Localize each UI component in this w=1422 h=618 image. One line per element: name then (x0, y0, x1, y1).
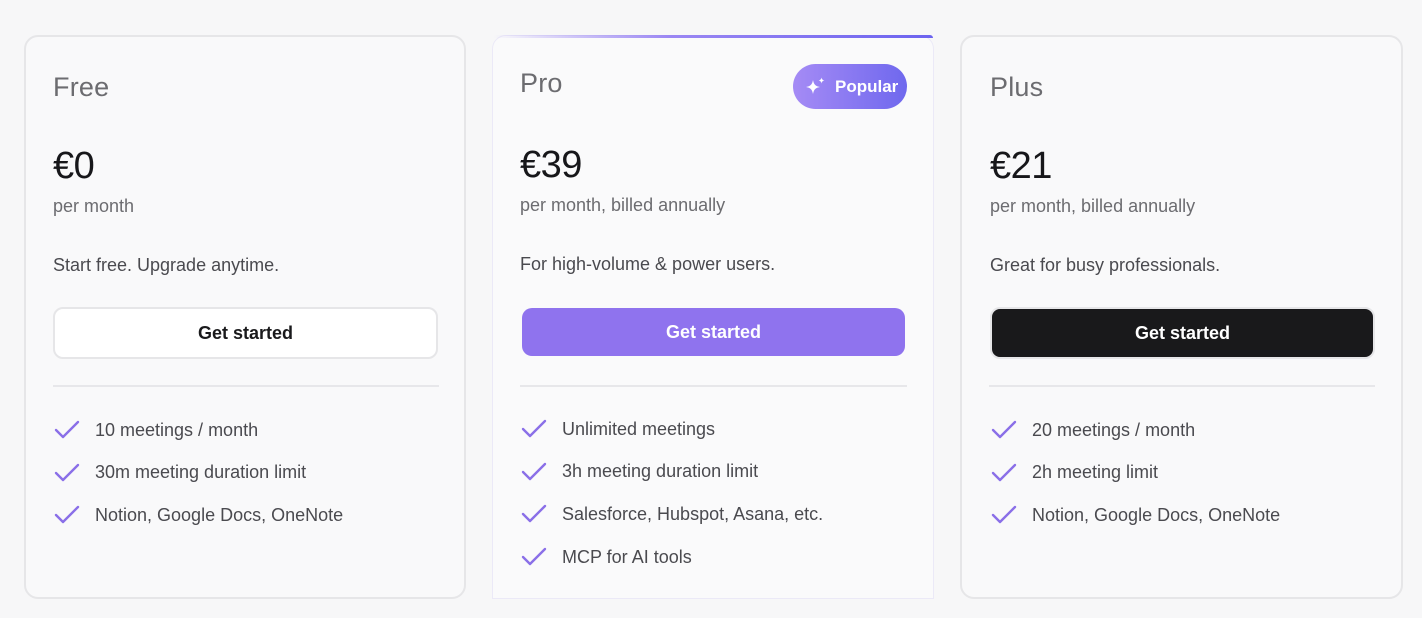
plan-period: per month (53, 196, 135, 216)
check-icon (521, 462, 547, 481)
feature-list: 20 meetings / month 2h meeting limit Not… (990, 409, 1280, 537)
plan-card-plus: Plus €21 per month, billed annually Grea… (960, 35, 1403, 599)
badge-label: Popular (835, 76, 899, 96)
feature-label: 3h meeting duration limit (562, 461, 759, 482)
check-icon (54, 421, 80, 439)
feature-label: Notion, Google Docs, OneNote (95, 504, 344, 525)
check-icon (991, 421, 1017, 439)
plan-name: Plus (990, 72, 1044, 102)
plan-price: €0 (53, 145, 95, 187)
check-icon (521, 505, 547, 523)
plan-price: €21 (990, 145, 1052, 187)
divider (520, 385, 907, 387)
feature-label: MCP for AI tools (562, 546, 692, 567)
divider (989, 385, 1375, 387)
check-icon (54, 463, 80, 482)
feature-item: 2h meeting limit (990, 452, 1280, 495)
feature-label: Salesforce, Hubspot, Asana, etc. (562, 503, 824, 524)
feature-item: Unlimited meetings (520, 408, 823, 451)
feature-item: 3h meeting duration limit (520, 451, 823, 494)
feature-item: Salesforce, Hubspot, Asana, etc. (520, 493, 823, 536)
feature-list: 10 meetings / month 30m meeting duration… (53, 409, 343, 537)
feature-item: 10 meetings / month (53, 409, 343, 452)
feature-item: Notion, Google Docs, OneNote (990, 494, 1280, 537)
feature-item: 20 meetings / month (990, 409, 1280, 452)
feature-label: Notion, Google Docs, OneNote (1032, 504, 1281, 525)
plan-card-free: Free €0 per month Start free. Upgrade an… (24, 35, 466, 599)
feature-label: 30m meeting duration limit (95, 462, 307, 483)
popular-badge: Popular (793, 64, 907, 109)
highlight-bar (493, 35, 933, 38)
feature-label: 2h meeting limit (1032, 462, 1159, 483)
check-icon (521, 420, 547, 438)
feature-label: Unlimited meetings (562, 418, 716, 439)
check-icon (54, 506, 80, 524)
get-started-button-free[interactable]: Get started (53, 307, 438, 359)
check-icon (991, 506, 1017, 524)
feature-item: Notion, Google Docs, OneNote (53, 494, 343, 537)
feature-label: 20 meetings / month (1032, 419, 1196, 440)
feature-label: 10 meetings / month (95, 419, 259, 440)
plan-period: per month, billed annually (520, 195, 726, 215)
plan-name: Pro (520, 68, 563, 98)
plan-description: Great for busy professionals. (990, 255, 1221, 275)
plan-description: For high-volume & power users. (520, 254, 776, 274)
plan-description: Start free. Upgrade anytime. (53, 255, 280, 275)
plan-price: €39 (520, 144, 582, 186)
get-started-button-pro[interactable]: Get started (522, 308, 905, 356)
feature-item: 30m meeting duration limit (53, 452, 343, 495)
plan-name: Free (53, 72, 110, 102)
feature-item: MCP for AI tools (520, 536, 823, 579)
plan-period: per month, billed annually (990, 196, 1196, 216)
feature-list: Unlimited meetings 3h meeting duration l… (520, 408, 823, 578)
divider (53, 385, 439, 387)
check-icon (521, 547, 547, 566)
check-icon (991, 463, 1017, 482)
sparkle-icon (806, 77, 825, 94)
get-started-button-plus[interactable]: Get started (990, 307, 1375, 359)
plan-card-pro: Pro Popular €39 per month, billed annual… (492, 35, 934, 599)
